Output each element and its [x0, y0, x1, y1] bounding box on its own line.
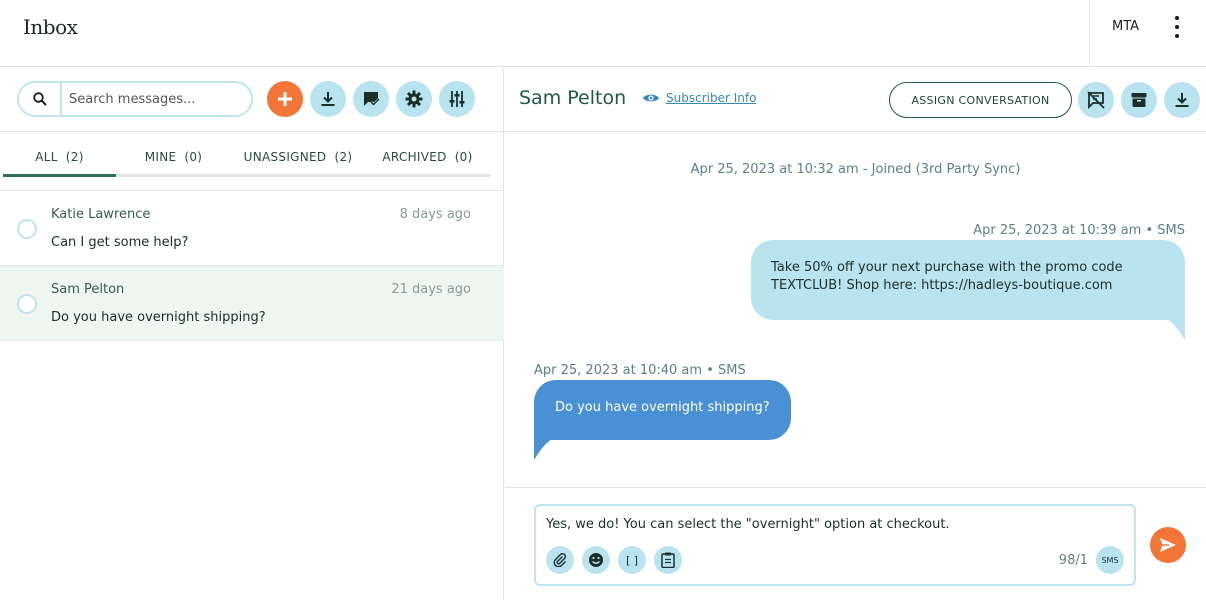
mark-read-button[interactable]: [353, 81, 389, 117]
list-item[interactable]: Sam Pelton 21 days ago Do you have overn…: [0, 265, 504, 341]
select-radio[interactable]: [17, 294, 37, 314]
hide-conversation-button[interactable]: [1078, 82, 1114, 118]
download-icon: [1175, 93, 1189, 107]
divider: [1089, 0, 1090, 66]
filter-button[interactable]: [439, 81, 475, 117]
list-item[interactable]: Katie Lawrence 8 days ago Can I get some…: [0, 190, 504, 266]
clipboard-icon: [661, 552, 675, 568]
bubble-tail: [534, 438, 554, 460]
divider: [0, 131, 504, 132]
eye-icon: [643, 94, 659, 102]
conversation-sidebar: ALL(2) MINE(0) UNASSIGNED(2) ARCHIVED(0)…: [0, 67, 504, 600]
message-thread: Apr 25, 2023 at 10:32 am - Joined (3rd P…: [505, 132, 1206, 487]
download-button[interactable]: [310, 81, 346, 117]
merge-field-button[interactable]: [ ]: [618, 546, 646, 574]
org-label[interactable]: MTA: [1112, 19, 1139, 34]
character-count: 98/1: [1058, 553, 1088, 568]
conversation-tabs: ALL (2) MINE (0) UNASSIGNED (2) ARCHIVED (0): [3, 147, 490, 177]
gear-icon: [405, 90, 423, 108]
message-preview: Do you have overnight shipping?: [51, 310, 266, 325]
contact-name: Katie Lawrence: [51, 207, 151, 222]
top-bar: Inbox MTA: [0, 0, 1206, 67]
message-preview: Can I get some help?: [51, 235, 189, 250]
plus-icon: [278, 92, 292, 106]
tab-archived[interactable]: ARCHIVED (0): [365, 147, 490, 174]
emoji-button[interactable]: [582, 546, 610, 574]
conversation-list: Katie Lawrence 8 days ago Can I get some…: [0, 190, 504, 341]
contact-name: Sam Pelton: [51, 282, 125, 297]
chat-off-icon: [1087, 91, 1105, 109]
chat-contact-name: Sam Pelton: [519, 87, 627, 109]
settings-button[interactable]: [396, 81, 432, 117]
assign-conversation-button[interactable]: ASSIGN CONVERSATION: [889, 82, 1072, 118]
export-conversation-button[interactable]: [1164, 82, 1200, 118]
outgoing-message: Take 50% off your next purchase with the…: [751, 240, 1185, 320]
tab-all[interactable]: ALL (2): [3, 147, 116, 177]
paperclip-icon: [553, 553, 567, 567]
timestamp: 21 days ago: [391, 282, 471, 297]
incoming-message: Do you have overnight shipping?: [534, 380, 791, 440]
page-title: Inbox: [23, 15, 78, 39]
tab-unassigned[interactable]: UNASSIGNED (2): [231, 147, 365, 174]
message-composer: Yes, we do! You can select the "overnigh…: [534, 504, 1136, 586]
download-icon: [321, 92, 335, 106]
chat-check-icon: [364, 92, 380, 107]
search-icon[interactable]: [19, 83, 62, 115]
archive-button[interactable]: [1121, 82, 1157, 118]
smiley-icon: [589, 553, 603, 567]
system-event: Apr 25, 2023 at 10:32 am - Joined (3rd P…: [690, 162, 1021, 177]
composer-area: Yes, we do! You can select the "overnigh…: [505, 487, 1206, 600]
subscriber-info-link[interactable]: Subscriber Info: [666, 91, 756, 105]
timestamp: 8 days ago: [399, 207, 471, 222]
message-input[interactable]: Yes, we do! You can select the "overnigh…: [546, 517, 1106, 532]
send-button[interactable]: [1150, 527, 1186, 563]
send-icon: [1160, 538, 1176, 552]
tab-mine[interactable]: MINE (0): [116, 147, 231, 174]
message-meta: Apr 25, 2023 at 10:39 am • SMS: [973, 223, 1185, 238]
archive-box-icon: [1131, 93, 1147, 107]
chat-header: Sam Pelton Subscriber Info ASSIGN CONVER…: [505, 67, 1206, 132]
select-radio[interactable]: [17, 219, 37, 239]
message-meta: Apr 25, 2023 at 10:40 am • SMS: [534, 363, 746, 378]
search-box: [17, 81, 253, 117]
channel-badge: SMS: [1096, 546, 1124, 574]
attach-button[interactable]: [546, 546, 574, 574]
bubble-tail: [1165, 318, 1185, 340]
more-menu-icon[interactable]: [1168, 16, 1186, 38]
sliders-icon: [449, 91, 465, 107]
new-message-button[interactable]: [267, 81, 303, 117]
search-input[interactable]: [69, 87, 239, 111]
templates-button[interactable]: [654, 546, 682, 574]
